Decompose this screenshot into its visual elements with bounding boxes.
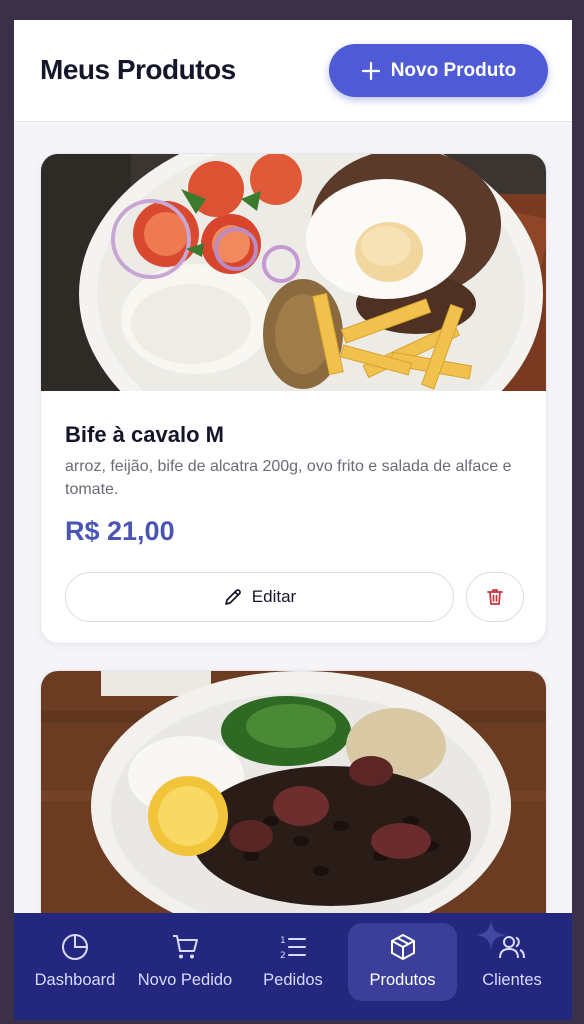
ordered-list-icon: 1 2 (280, 936, 306, 961)
sparkle-icon (475, 919, 507, 951)
nav-label: Pedidos (263, 971, 323, 989)
plus-icon (361, 61, 380, 80)
product-name: Bife à cavalo M (65, 422, 224, 447)
product-description: arroz, feijão, bife de alcatra 200g, ovo… (65, 458, 512, 498)
nav-label: Dashboard (34, 971, 116, 989)
product-price: R$ 21,00 (65, 516, 175, 546)
nav-item-pedidos[interactable]: 1 2 Pedidos (250, 923, 336, 1001)
app-screen: Meus Produtos Novo Produto Bife à cavalo… (14, 20, 572, 1020)
product-card: Bife à cavalo M arroz, feijão, bife de a… (40, 153, 547, 644)
package-box-icon (390, 934, 415, 960)
edit-button[interactable]: Editar (65, 572, 454, 622)
delete-button[interactable] (466, 572, 524, 622)
product-photo-bife-a-cavalo (41, 154, 546, 391)
nav-item-dashboard[interactable]: Dashboard (30, 923, 120, 1001)
nav-label: Produtos (369, 971, 436, 989)
nav-label: Novo Pedido (137, 971, 233, 989)
nav-item-novo-pedido[interactable]: Novo Pedido (132, 923, 238, 1001)
page-header: Meus Produtos Novo Produto (14, 20, 572, 122)
svg-text:2: 2 (280, 951, 286, 961)
nav-label: Clientes (482, 971, 542, 989)
new-product-button[interactable]: Novo Produto (329, 44, 548, 97)
edit-label: Editar (251, 587, 297, 606)
new-product-label: Novo Produto (390, 59, 517, 81)
nav-item-produtos[interactable]: Produtos (348, 923, 457, 1001)
product-card (40, 670, 547, 930)
pencil-icon (224, 589, 241, 605)
svg-text:1: 1 (280, 936, 286, 946)
pie-chart-icon (62, 934, 88, 960)
trash-icon (487, 589, 503, 605)
shopping-cart-icon (173, 935, 198, 959)
product-photo-feijoada (41, 671, 546, 929)
page-title: Meus Produtos (40, 54, 236, 85)
